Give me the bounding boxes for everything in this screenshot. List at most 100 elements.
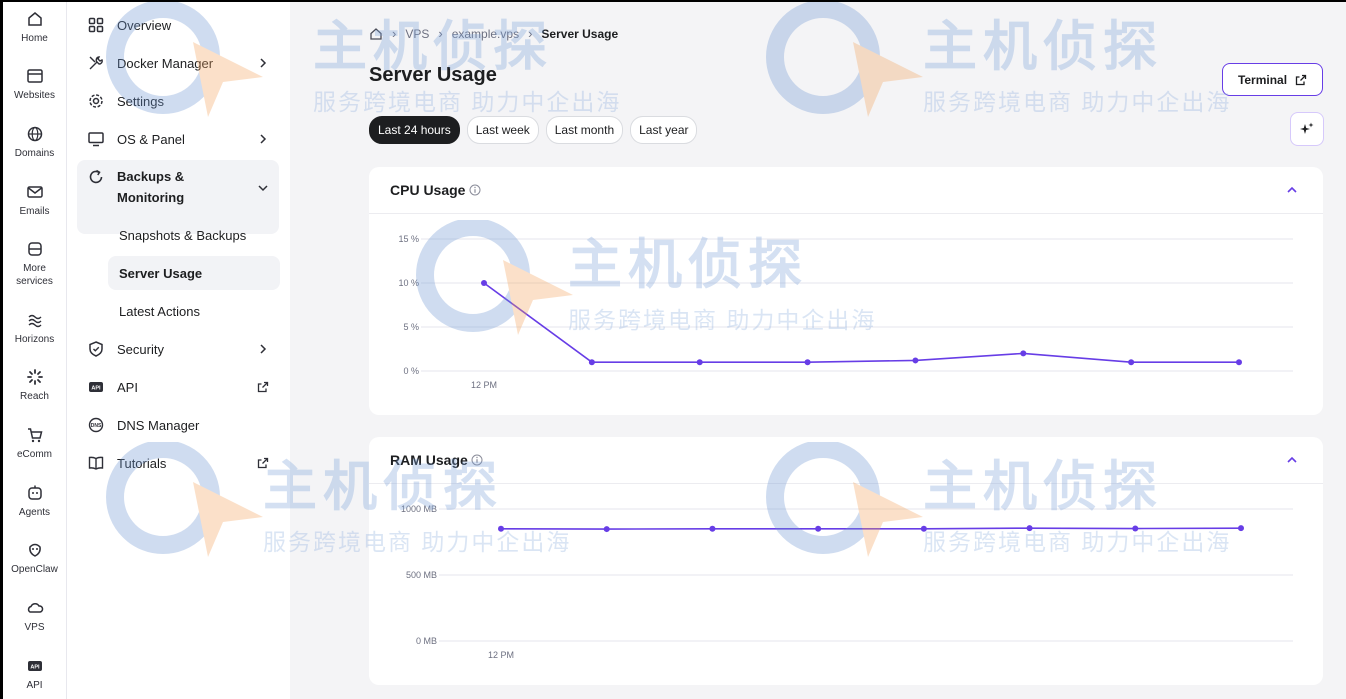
ai-assistant-button[interactable] bbox=[1290, 112, 1324, 146]
nav-dns-manager[interactable]: DNS DNS Manager bbox=[77, 408, 279, 442]
box-icon bbox=[27, 242, 42, 256]
breadcrumb-separator: › bbox=[392, 26, 397, 41]
rail-home[interactable]: Home bbox=[3, 10, 66, 45]
nav-security[interactable]: Security bbox=[77, 332, 279, 366]
chevron-up-icon[interactable] bbox=[1286, 184, 1298, 196]
x-tick-label: 12 PM bbox=[471, 380, 497, 390]
data-point bbox=[603, 526, 610, 533]
watermark-subtitle: 服务跨境电商 助力中企出海 bbox=[313, 89, 622, 115]
rail-more-services[interactable]: More services bbox=[3, 240, 66, 288]
chevron-up-icon[interactable] bbox=[1286, 454, 1298, 466]
nav-tutorials[interactable]: Tutorials bbox=[77, 446, 279, 480]
filter-last-24-hours[interactable]: Last 24 hours bbox=[369, 116, 460, 144]
rail-label: OpenClaw bbox=[11, 564, 58, 575]
nav-settings[interactable]: Settings bbox=[77, 84, 279, 118]
nav-label: Overview bbox=[117, 17, 172, 33]
nav-label: DNS Manager bbox=[117, 417, 200, 433]
mail-icon bbox=[26, 186, 43, 198]
nav-latest-actions[interactable]: Latest Actions bbox=[108, 294, 280, 328]
data-point bbox=[1128, 359, 1135, 366]
rail-label: Agents bbox=[18, 507, 51, 518]
rail-reach[interactable]: Reach bbox=[3, 368, 66, 403]
nav-label: OS & Panel bbox=[117, 131, 185, 147]
rail-domains[interactable]: Domains bbox=[3, 125, 66, 160]
rail-horizons[interactable]: Horizons bbox=[3, 311, 66, 346]
rail-label: VPS bbox=[24, 622, 45, 633]
rail-vps[interactable]: VPS bbox=[3, 599, 66, 634]
y-tick-label: 0 MB bbox=[416, 636, 437, 646]
secondary-nav: Overview Docker Manager Settings OS & Pa… bbox=[67, 2, 290, 699]
y-tick-label: 1000 MB bbox=[401, 504, 437, 514]
chevron-right-icon bbox=[260, 134, 267, 144]
series-line bbox=[500, 527, 1242, 530]
sparkle-icon bbox=[1300, 122, 1314, 134]
chevron-right-icon bbox=[260, 344, 267, 354]
data-point bbox=[920, 525, 927, 532]
primary-rail: Home Websites Domains Emails More servic… bbox=[3, 2, 67, 699]
data-point bbox=[1026, 525, 1033, 532]
tools-icon bbox=[89, 56, 103, 70]
info-icon[interactable] bbox=[471, 454, 483, 466]
terminal-button[interactable]: Terminal bbox=[1222, 63, 1323, 96]
rail-label: Emails bbox=[19, 206, 50, 217]
data-point bbox=[804, 359, 811, 366]
chevron-down-icon bbox=[258, 185, 268, 192]
data-point bbox=[1020, 350, 1027, 357]
nav-os-panel[interactable]: OS & Panel bbox=[77, 122, 279, 156]
breadcrumb-host[interactable]: example.vps bbox=[452, 27, 519, 41]
data-point bbox=[709, 525, 716, 532]
home-icon bbox=[27, 12, 42, 26]
filter-last-year[interactable]: Last year bbox=[630, 116, 698, 144]
book-icon bbox=[88, 456, 104, 470]
time-range-filters: Last 24 hours Last week Last month Last … bbox=[369, 116, 698, 144]
rail-agents[interactable]: Agents bbox=[3, 484, 66, 519]
gear-icon bbox=[89, 94, 103, 108]
app-window: Home Websites Domains Emails More servic… bbox=[3, 2, 1346, 699]
breadcrumb: › VPS › example.vps › Server Usage bbox=[369, 26, 618, 41]
filter-last-month[interactable]: Last month bbox=[545, 116, 624, 144]
data-point bbox=[588, 359, 595, 366]
rail-api[interactable]: API API bbox=[3, 657, 66, 692]
nav-label: Latest Actions bbox=[119, 303, 200, 319]
nav-label: API bbox=[117, 379, 138, 395]
external-link-icon bbox=[1295, 74, 1307, 85]
data-point bbox=[1132, 525, 1139, 532]
card-title: CPU Usage bbox=[390, 182, 466, 198]
y-tick-label: 15 % bbox=[398, 234, 419, 244]
page-title: Server Usage bbox=[369, 64, 497, 86]
y-tick-label: 10 % bbox=[398, 278, 419, 288]
svg-text:DNS: DNS bbox=[91, 423, 102, 429]
nav-server-usage[interactable]: Server Usage bbox=[108, 256, 280, 290]
api-icon: API bbox=[89, 382, 103, 392]
rail-label: Domains bbox=[14, 148, 55, 159]
rail-label: API bbox=[26, 680, 43, 691]
info-icon[interactable] bbox=[469, 184, 481, 196]
breadcrumb-vps[interactable]: VPS bbox=[405, 27, 429, 41]
grid-icon bbox=[88, 17, 104, 33]
nav-api[interactable]: API API bbox=[77, 370, 279, 404]
home-icon[interactable] bbox=[369, 27, 383, 41]
watermark-logo bbox=[766, 2, 923, 117]
cpu-usage-card: CPU Usage 15 % 10 % 5 % 0 % 12 PM bbox=[369, 167, 1323, 415]
data-point bbox=[498, 525, 504, 532]
data-point bbox=[815, 525, 822, 532]
data-point bbox=[481, 280, 487, 286]
rail-websites[interactable]: Websites bbox=[3, 67, 66, 102]
reach-icon bbox=[26, 369, 43, 385]
nav-label: Server Usage bbox=[119, 265, 203, 281]
watermark: 主机侦探 服务跨境电商 助力中企出海 bbox=[763, 2, 1231, 117]
cpu-usage-chart: 15 % 10 % 5 % 0 % 12 PM bbox=[398, 234, 1293, 390]
nav-label: Security bbox=[117, 341, 164, 357]
rail-ecomm[interactable]: eComm bbox=[3, 426, 66, 461]
rail-label: Home bbox=[21, 33, 48, 44]
nav-snapshots-backups[interactable]: Snapshots & Backups bbox=[108, 218, 280, 252]
rail-openclaw[interactable]: OpenClaw bbox=[3, 541, 66, 576]
claw-icon bbox=[28, 543, 41, 557]
external-link-icon bbox=[257, 457, 269, 469]
nav-overview[interactable]: Overview bbox=[77, 8, 279, 42]
cloud-icon bbox=[27, 603, 43, 613]
nav-docker-manager[interactable]: Docker Manager bbox=[77, 46, 279, 80]
nav-label: Tutorials bbox=[117, 455, 167, 471]
rail-emails[interactable]: Emails bbox=[3, 183, 66, 218]
filter-last-week[interactable]: Last week bbox=[466, 116, 539, 144]
